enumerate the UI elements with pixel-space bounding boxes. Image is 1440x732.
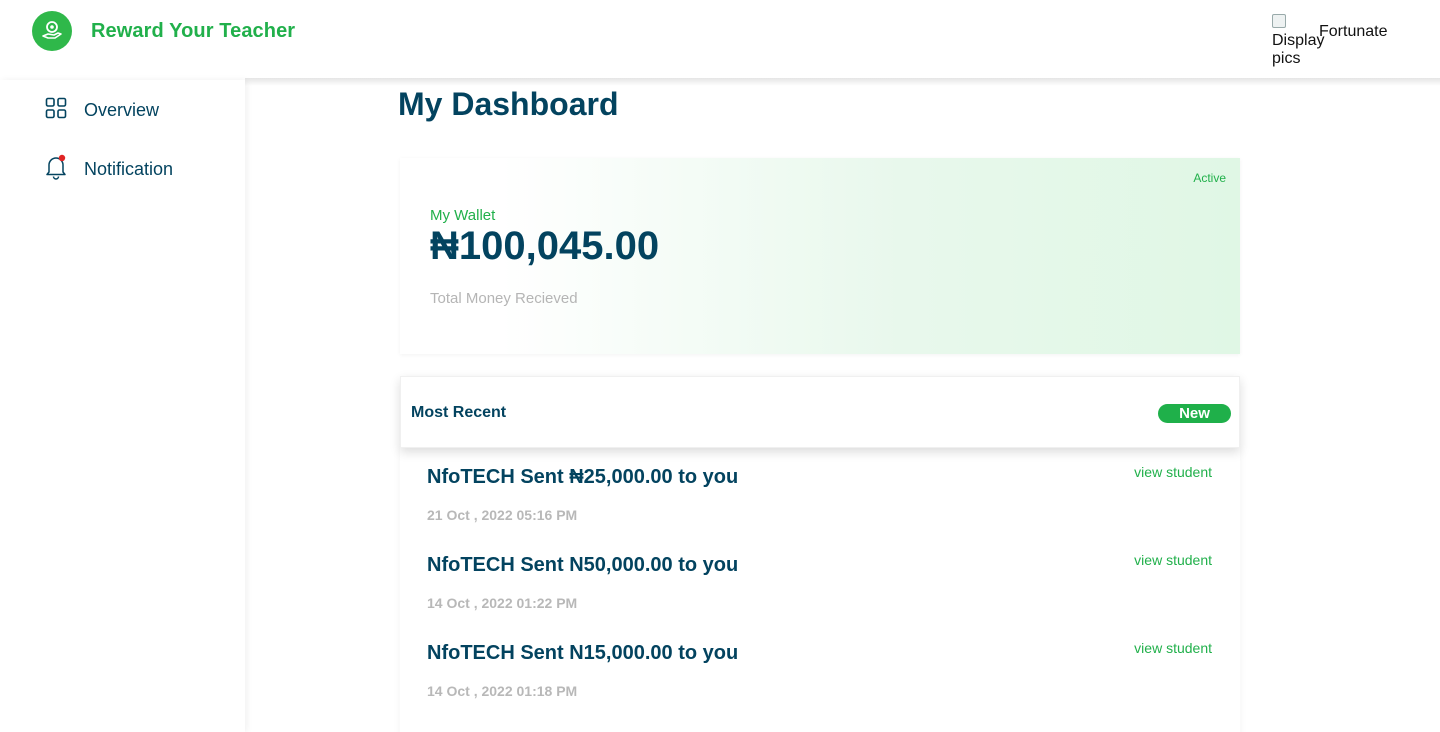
sidebar-item-overview[interactable]: Overview — [44, 96, 159, 125]
username: Fortunate — [1319, 23, 1388, 40]
view-student-link[interactable]: view student — [1134, 552, 1212, 568]
view-student-link[interactable]: view student — [1134, 464, 1212, 480]
transaction-message: NfoTECH Sent N50,000.00 to you — [427, 554, 739, 576]
recent-list: NfoTECH Sent ₦25,000.00 to you 21 Oct , … — [400, 448, 1240, 732]
bell-icon — [44, 154, 68, 185]
avatar-alt-text: Display pics — [1272, 32, 1325, 67]
transaction-date: 14 Oct , 2022 01:18 PM — [427, 683, 578, 699]
transaction-date: 14 Oct , 2022 01:22 PM — [427, 595, 578, 611]
app-name: Reward Your Teacher — [91, 19, 296, 42]
transaction-message: NfoTECH Sent ₦25,000.00 to you — [427, 466, 739, 488]
sidebar-item-label: Notification — [84, 159, 174, 179]
user-profile[interactable]: Display pics Fortunate — [1272, 14, 1412, 67]
wallet-subtitle: Total Money Recieved — [430, 290, 578, 307]
broken-image-icon — [1272, 14, 1286, 28]
recent-title: Most Recent — [411, 404, 507, 421]
sidebar: Overview Notification — [0, 80, 245, 732]
grid-icon — [44, 96, 68, 125]
list-item: NfoTECH Sent N15,000.00 to you 14 Oct , … — [400, 624, 1240, 712]
sidebar-item-label: Overview — [84, 100, 160, 120]
wallet-card: Active My Wallet ₦100,045.00 Total Money… — [400, 158, 1240, 354]
top-bar: Reward Your Teacher Display pics Fortuna… — [0, 0, 1440, 80]
transaction-date: 21 Oct , 2022 05:16 PM — [427, 507, 578, 523]
list-item: NfoTECH Sent N50,000.00 to you 14 Oct , … — [400, 536, 1240, 624]
wallet-label: My Wallet — [430, 207, 496, 224]
new-badge: New — [1158, 404, 1231, 423]
transaction-message: NfoTECH Sent N15,000.00 to you — [427, 642, 739, 664]
sidebar-item-notification[interactable]: Notification — [44, 154, 173, 185]
status-badge: Active — [1193, 171, 1226, 185]
logo-icon — [32, 11, 72, 51]
brand[interactable]: Reward Your Teacher — [32, 11, 295, 51]
view-student-link[interactable]: view student — [1134, 640, 1212, 656]
list-item: NfoTECH Sent ₦25,000.00 to you 21 Oct , … — [400, 448, 1240, 536]
top-bar-shadow — [245, 78, 1440, 86]
wallet-balance: ₦100,045.00 — [430, 224, 660, 268]
recent-header: Most Recent New — [400, 376, 1240, 448]
page-title: My Dashboard — [398, 86, 619, 122]
